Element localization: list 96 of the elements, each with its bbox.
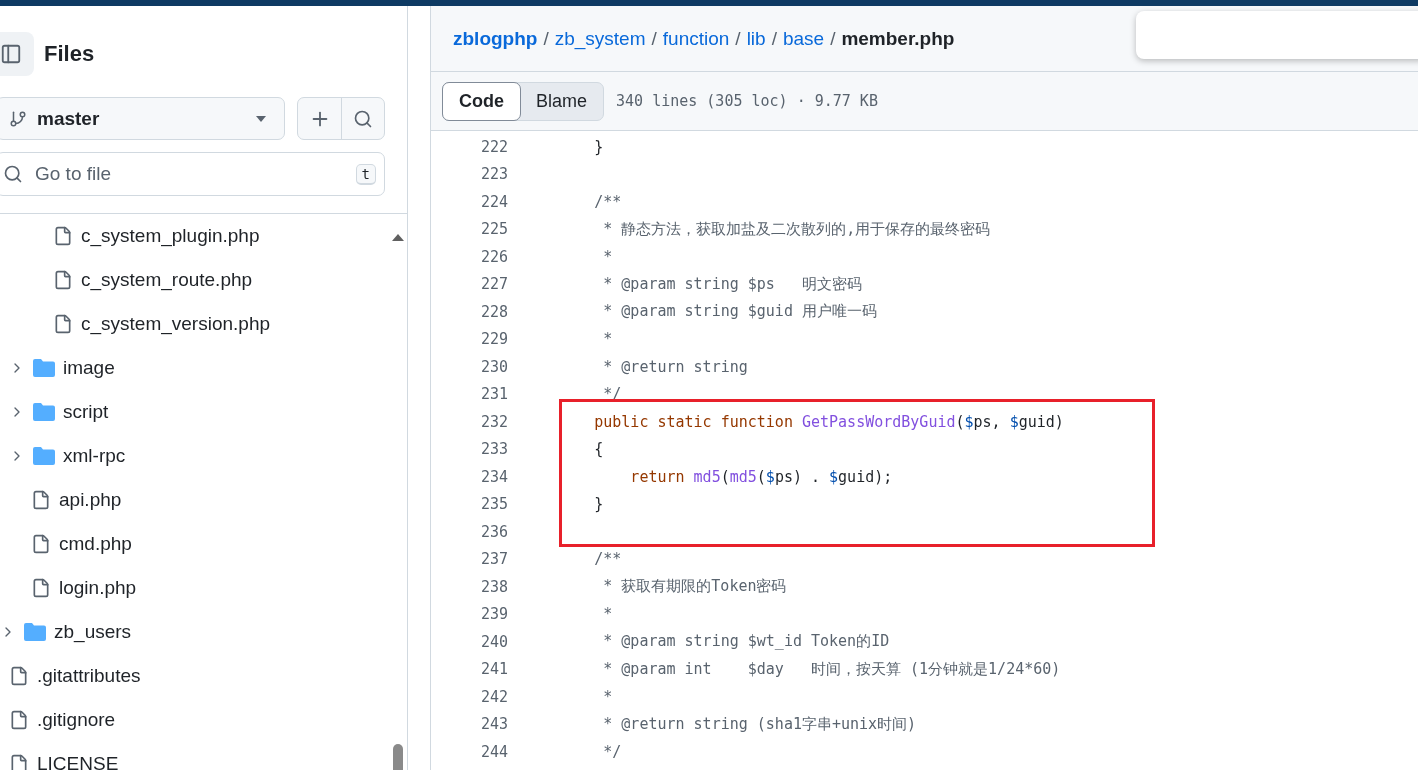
line-number: 230 [479,357,508,376]
line-number: 235 [479,495,508,514]
file-info: 340 lines (305 loc) · 9.77 KB [616,92,878,110]
line-number: 227 [479,275,508,294]
file-icon [31,578,51,598]
go-to-file-field[interactable]: Go to file t [0,152,385,196]
folder-item[interactable]: xml-rpc [0,434,407,478]
file-item[interactable]: login.php [0,566,407,610]
breadcrumb-link[interactable]: zb_system [554,27,646,50]
view-tab[interactable]: Blame [519,81,605,121]
line-number: 223 [479,165,508,184]
code-line: */ [602,742,622,761]
breadcrumb-link[interactable]: function [662,27,730,50]
file-item[interactable]: c_system_route.php [0,258,407,302]
line-number: 234 [479,467,508,486]
breadcrumb-link[interactable]: zblogphp [453,27,538,50]
code-line: { [593,440,604,459]
code-line: * @param string $wt_id Token的ID [602,632,890,652]
folder-item[interactable]: zb_users [0,610,407,654]
branch-icon [9,109,27,128]
scrollbar-thumb[interactable] [393,744,403,770]
line-number: 226 [479,247,508,266]
line-number: 241 [479,660,508,679]
code-line: * @param string $guid 用户唯一码 [602,302,877,322]
line-number: 239 [479,605,508,624]
line-number: 224 [479,192,508,211]
code-line: * @param int $day 时间，按天算 (1分钟就是1/24*60) [602,659,1061,679]
code-line: * [602,247,613,266]
file-item[interactable]: .gitignore [0,698,407,742]
view-tab[interactable]: Code [442,81,521,121]
file-icon [53,226,73,246]
code-line: return md5(md5($ps) . $guid); [629,467,893,486]
folder-icon [33,447,55,465]
code-line: /** [593,192,622,211]
folder-icon [24,623,46,641]
line-number: 237 [479,550,508,569]
breadcrumb-separator: / [771,27,777,50]
line-number: 243 [479,715,508,734]
code-line: * @return string [602,357,748,376]
code-line: * 静态方法，获取加盐及二次散列的,用于保存的最终密码 [602,219,991,239]
line-number: 228 [479,302,508,321]
line-number: 240 [479,632,508,651]
line-number: 225 [479,220,508,239]
folder-icon [33,403,55,421]
line-number: 236 [479,522,508,541]
current-file-name: member.php [841,27,955,50]
file-item[interactable]: LICENSE [0,742,407,770]
search-icon [353,108,373,129]
line-number: 229 [479,330,508,349]
file-icon [31,534,51,554]
code-line: * [602,687,613,706]
file-icon [9,710,29,730]
line-number: 231 [479,385,508,404]
line-number: 233 [479,440,508,459]
search-icon [3,164,23,184]
shortcut-key: t [355,163,376,185]
breadcrumb-separator: / [830,27,836,50]
branch-selector[interactable]: master [0,97,285,140]
file-item[interactable]: c_system_version.php [0,302,407,346]
breadcrumb-separator: / [543,27,549,50]
file-icon [53,270,73,290]
file-item[interactable]: .gitattributes [0,654,407,698]
line-number: 244 [479,742,508,761]
code-line: } [593,137,604,156]
line-number: 242 [479,687,508,706]
breadcrumb-link[interactable]: lib [746,27,766,50]
breadcrumb-separator: / [651,27,657,50]
folder-icon [33,359,55,377]
folder-item[interactable]: image [0,346,407,390]
go-to-file-input[interactable]: Go to file [33,162,346,186]
code-line: * [602,605,613,624]
scroll-up-icon[interactable] [392,234,404,241]
sidebar-title: Files [44,41,95,67]
code-line: public static function GetPassWordByGuid($ps, $guid) [593,412,1064,431]
file-item[interactable]: api.php [0,478,407,522]
code-line: } [593,495,604,514]
breadcrumb-separator: / [735,27,741,50]
file-icon [31,490,51,510]
folder-item[interactable]: script [0,390,407,434]
sidebar-panel-icon [0,43,22,65]
line-number: 238 [479,577,508,596]
collapse-sidebar-button[interactable] [0,32,34,76]
code-line: /** [593,550,622,569]
file-icon [53,314,73,334]
file-item[interactable]: c_system_plugin.php [0,214,407,258]
code-line: * 获取有期限的Token密码 [602,577,787,597]
code-line: * @param string $ps 明文密码 [602,274,862,294]
file-item[interactable]: cmd.php [0,522,407,566]
code-line: * @return string (sha1字串+unix时间) [602,714,917,734]
code-line: * [602,330,613,349]
line-number: 232 [479,412,508,431]
breadcrumb-link[interactable]: base [782,27,825,50]
file-icon [9,754,29,770]
file-icon [9,666,29,686]
line-number: 222 [479,137,508,156]
caret-icon [256,115,266,122]
